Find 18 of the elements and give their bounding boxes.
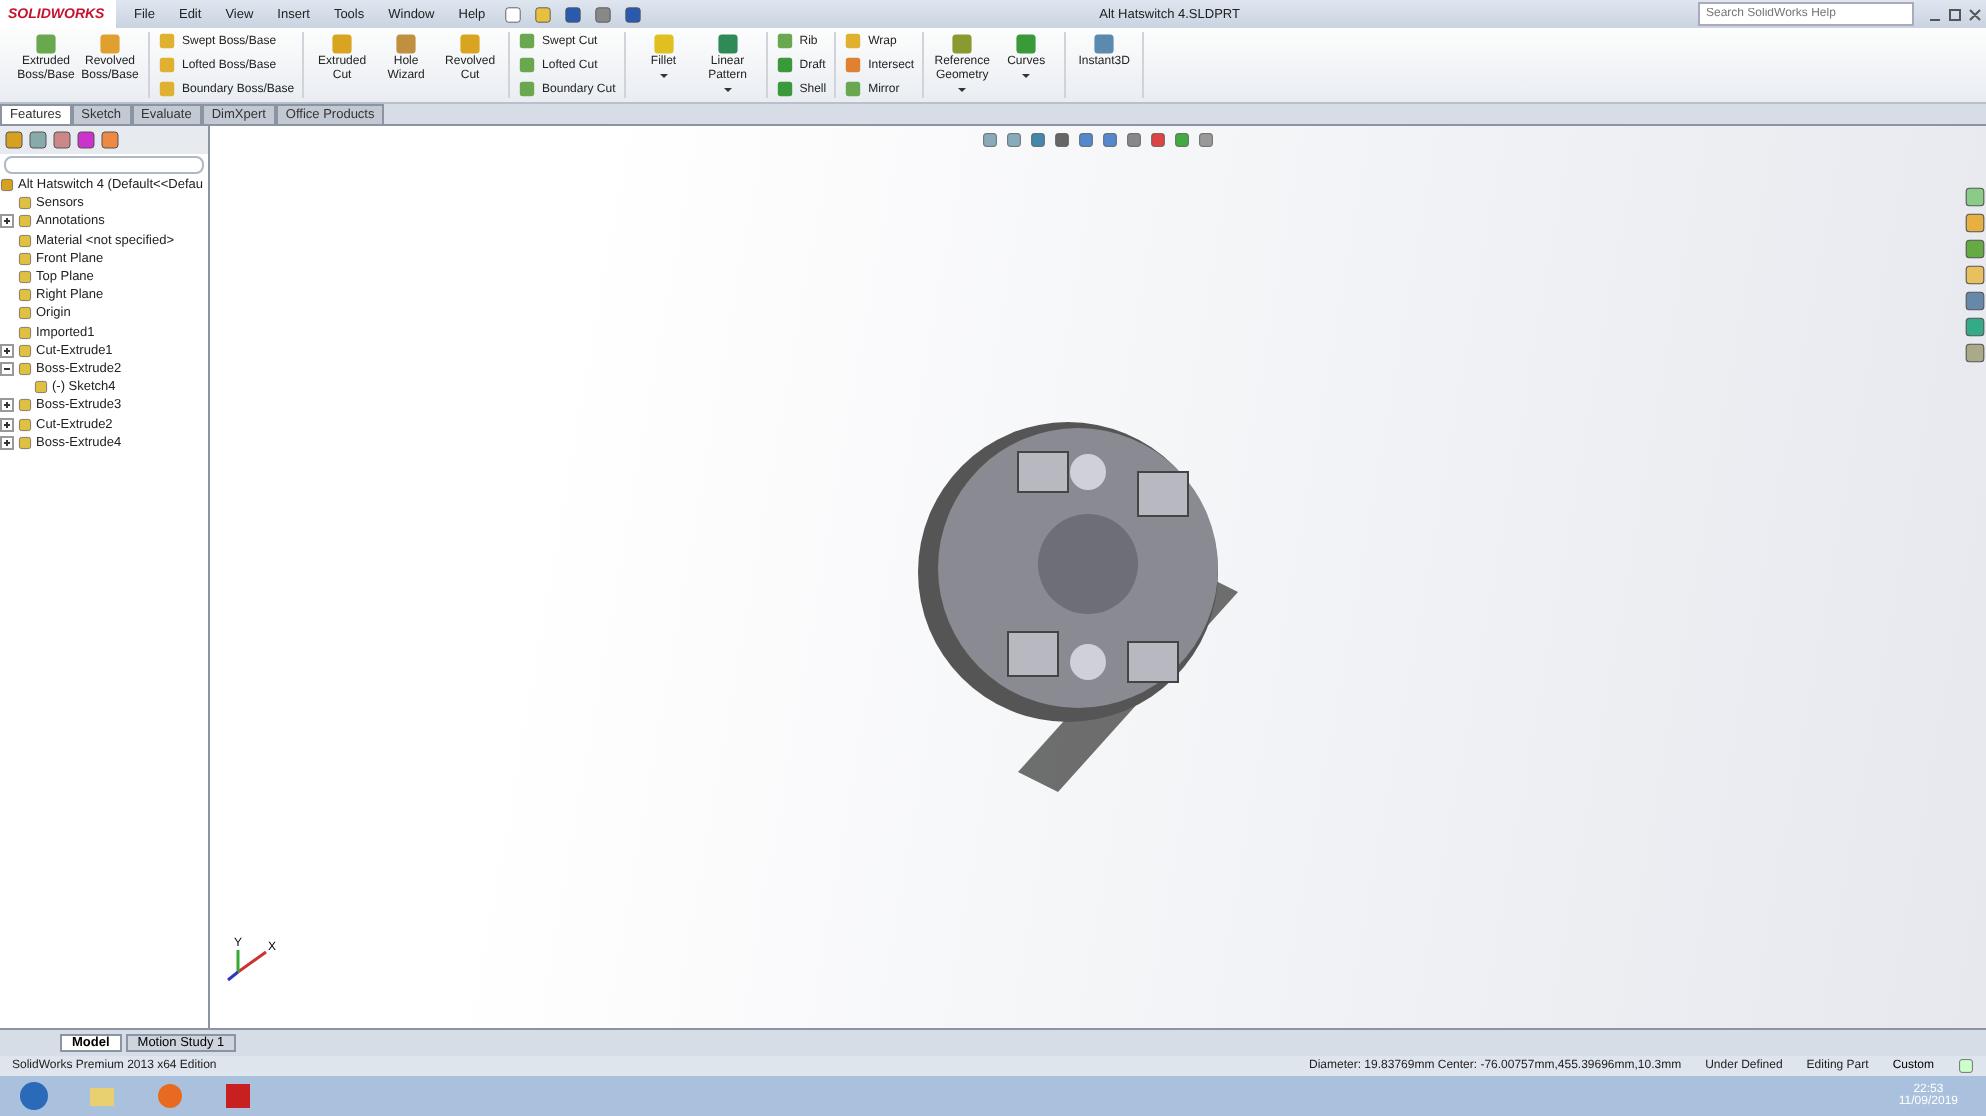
- task-pane-icon[interactable]: [1964, 264, 1986, 286]
- minus-icon[interactable]: [0, 361, 14, 376]
- filter-field[interactable]: [4, 156, 204, 174]
- task-pane-icon[interactable]: [1964, 212, 1986, 234]
- windows-orb-icon: [18, 1080, 50, 1112]
- task-pane-icon[interactable]: [1964, 342, 1986, 364]
- part-icon: [0, 178, 14, 193]
- task-pane-icon[interactable]: [1964, 186, 1986, 208]
- task-pane-icon[interactable]: [1964, 238, 1986, 260]
- task-pane-icon[interactable]: [1964, 316, 1986, 338]
- task-pane-icon[interactable]: [1964, 290, 1986, 312]
- plus-icon[interactable]: [0, 417, 14, 432]
- plus-icon[interactable]: [0, 398, 14, 413]
- plus-icon[interactable]: [0, 214, 14, 229]
- axis-triad-drawing: [227, 950, 267, 982]
- window-controls-icon[interactable]: [1926, 5, 1986, 23]
- plus-icon[interactable]: [0, 435, 14, 450]
- plus-icon[interactable]: [0, 343, 14, 358]
